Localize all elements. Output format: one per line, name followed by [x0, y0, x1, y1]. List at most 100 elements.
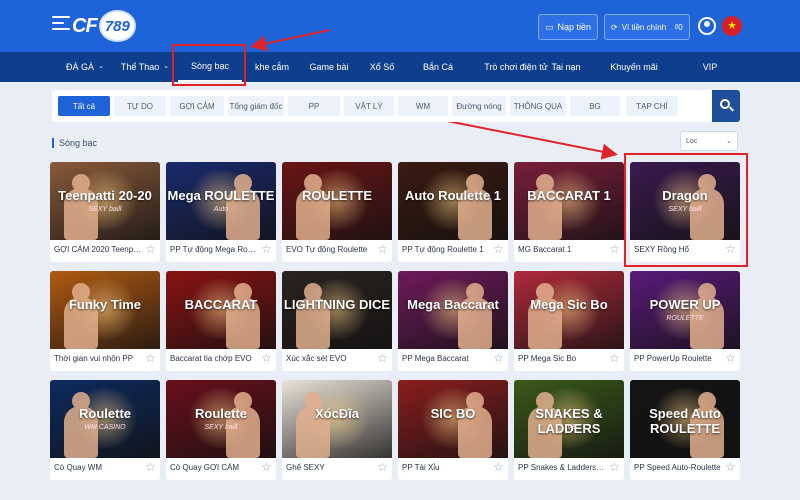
- game-card[interactable]: BACCARAT 1 MG Baccarat 1 ☆: [514, 162, 624, 262]
- game-card[interactable]: POWER UP ROULETTE PP PowerUp Roulette ☆: [630, 271, 740, 371]
- game-card[interactable]: Speed Auto ROULETTE PP Speed Auto-Roulett…: [630, 380, 740, 480]
- favorite-star-icon[interactable]: ☆: [609, 460, 620, 474]
- favorite-star-icon[interactable]: ☆: [725, 460, 736, 474]
- filter-chip[interactable]: TẠP CHÍ: [626, 96, 678, 116]
- game-name: PP Speed Auto-Roulette: [634, 463, 721, 472]
- game-thumbnail[interactable]: SNAKES & LADDERS LIVE: [514, 380, 624, 458]
- nav-item-label: Tai nạn: [551, 62, 581, 72]
- nav-item-10[interactable]: VIP: [692, 52, 728, 82]
- game-thumbnail[interactable]: POWER UP ROULETTE: [630, 271, 740, 349]
- game-thumbnail[interactable]: ROULETTE: [282, 162, 392, 240]
- game-card[interactable]: Mega Baccarat PP Mega Baccarat ☆: [398, 271, 508, 371]
- filter-chip[interactable]: Đường nóng: [452, 96, 506, 116]
- game-thumbnail[interactable]: Speed Auto ROULETTE: [630, 380, 740, 458]
- filter-chip[interactable]: THÔNG QUA: [510, 96, 566, 116]
- game-card[interactable]: SNAKES & LADDERS LIVE PP Snakes & Ladders …: [514, 380, 624, 480]
- game-name: EVO Tự động Roulette: [286, 245, 368, 254]
- nav-item-1[interactable]: Thể Thao ⌄: [120, 52, 170, 82]
- nav-item-4[interactable]: Game bài: [306, 52, 352, 82]
- vietnam-flag-icon[interactable]: ★: [722, 16, 742, 36]
- nav-item-7[interactable]: Trò chơi điện tử: [484, 52, 548, 82]
- game-thumbnail[interactable]: Teenpatti 20-20 SEXY baill: [50, 162, 160, 240]
- game-thumbnail[interactable]: Roulette WM CASINO: [50, 380, 160, 458]
- game-name: PP Tài Xỉu: [402, 463, 440, 472]
- game-thumbnail[interactable]: SIC BO: [398, 380, 508, 458]
- favorite-star-icon[interactable]: ☆: [493, 242, 504, 256]
- game-card[interactable]: Mega ROULETTE Auto PP Tự động Mega Roulett…: [166, 162, 276, 262]
- game-art-title: Mega Sic Bo: [530, 297, 608, 312]
- game-name: MG Baccarat 1: [518, 245, 572, 254]
- game-card[interactable]: Roulette SEXY baill Cò Quay GỢI CẢM ☆: [166, 380, 276, 480]
- favorite-star-icon[interactable]: ☆: [377, 242, 388, 256]
- favorite-star-icon[interactable]: ☆: [377, 351, 388, 365]
- favorite-star-icon[interactable]: ☆: [261, 242, 272, 256]
- game-thumbnail[interactable]: Roulette SEXY baill: [166, 380, 276, 458]
- game-card[interactable]: Mega Sic Bo PP Mega Sic Bo ☆: [514, 271, 624, 371]
- favorite-star-icon[interactable]: ☆: [609, 242, 620, 256]
- favorite-star-icon[interactable]: ☆: [261, 351, 272, 365]
- game-thumbnail[interactable]: LIGHTNING DICE: [282, 271, 392, 349]
- favorite-star-icon[interactable]: ☆: [145, 460, 156, 474]
- game-thumbnail[interactable]: Auto Roulette 1: [398, 162, 508, 240]
- wallet-card-icon: ▭: [544, 21, 554, 32]
- filter-chip[interactable]: Tất cả: [58, 96, 110, 116]
- chevron-down-icon: ⌄: [726, 138, 732, 145]
- favorite-star-icon[interactable]: ☆: [609, 351, 620, 365]
- user-icon[interactable]: [698, 17, 716, 35]
- filter-chip[interactable]: TỰ DO: [114, 96, 166, 116]
- nav-item-8[interactable]: Tai nạn: [546, 52, 586, 82]
- filter-chip[interactable]: PP: [288, 96, 340, 116]
- nav-item-3[interactable]: khe cắm: [252, 52, 292, 82]
- game-name: PP PowerUp Roulette: [634, 354, 712, 363]
- game-art-title: XócĐĩa: [314, 406, 360, 421]
- game-art-title: Funky Time: [68, 297, 141, 312]
- favorite-star-icon[interactable]: ☆: [261, 460, 272, 474]
- game-thumbnail[interactable]: Mega Baccarat: [398, 271, 508, 349]
- game-name: PP Mega Sic Bo: [518, 354, 577, 363]
- site-logo[interactable]: CF 789: [72, 8, 136, 44]
- game-card[interactable]: ROULETTE EVO Tự động Roulette ☆: [282, 162, 392, 262]
- game-thumbnail[interactable]: BACCARAT 1: [514, 162, 624, 240]
- nav-item-5[interactable]: Xổ Số: [362, 52, 402, 82]
- filter-chip[interactable]: VẬT LÝ: [344, 96, 394, 116]
- game-card[interactable]: LIGHTNING DICE Xúc xắc sét EVO ☆: [282, 271, 392, 371]
- game-card[interactable]: Teenpatti 20-20 SEXY baill GỢI CẢM 2020 Te…: [50, 162, 160, 262]
- game-name: PP Tự động Roulette 1: [402, 245, 484, 254]
- nav-item-0[interactable]: ĐÁ GÀ ⌄: [62, 52, 108, 82]
- filter-select[interactable]: Lọc ⌄: [680, 131, 738, 151]
- filter-select-value: Lọc: [686, 137, 698, 145]
- hamburger-menu-icon[interactable]: [52, 16, 70, 32]
- game-card[interactable]: XócĐĩa Ghế SEXY ☆: [282, 380, 392, 480]
- filter-chip[interactable]: GỢI CẢM: [170, 96, 224, 116]
- logo-text: CF: [72, 14, 98, 37]
- search-button[interactable]: [712, 90, 740, 122]
- nav-item-label: Xổ Số: [369, 62, 395, 72]
- favorite-star-icon[interactable]: ☆: [145, 242, 156, 256]
- main-wallet-button[interactable]: ⟳ Ví tiền chính ₫0: [604, 14, 690, 40]
- game-thumbnail[interactable]: Funky Time: [50, 271, 160, 349]
- game-card[interactable]: BACCARAT Baccarat tia chớp EVO ☆: [166, 271, 276, 371]
- game-card[interactable]: SIC BO PP Tài Xỉu ☆: [398, 380, 508, 480]
- favorite-star-icon[interactable]: ☆: [493, 351, 504, 365]
- game-thumbnail[interactable]: XócĐĩa: [282, 380, 392, 458]
- deposit-button[interactable]: ▭ Nạp tiền: [538, 14, 598, 40]
- nav-item-6[interactable]: Bắn Cá: [412, 52, 464, 82]
- game-card[interactable]: Funky Time Thời gian vui nhộn PP ☆: [50, 271, 160, 371]
- game-card[interactable]: Roulette WM CASINO Cò Quay WM ☆: [50, 380, 160, 480]
- game-card[interactable]: Auto Roulette 1 PP Tự động Roulette 1 ☆: [398, 162, 508, 262]
- game-thumbnail[interactable]: Mega ROULETTE Auto: [166, 162, 276, 240]
- chevron-down-icon: ⌄: [163, 63, 170, 70]
- favorite-star-icon[interactable]: ☆: [493, 460, 504, 474]
- filter-chip[interactable]: BG: [570, 96, 620, 116]
- game-thumbnail[interactable]: BACCARAT: [166, 271, 276, 349]
- game-art-subtitle: LIVE: [561, 424, 577, 431]
- favorite-star-icon[interactable]: ☆: [377, 460, 388, 474]
- favorite-star-icon[interactable]: ☆: [725, 351, 736, 365]
- filter-chip[interactable]: WM: [398, 96, 448, 116]
- nav-item-9[interactable]: Khuyến mãi: [604, 52, 664, 82]
- filter-chip[interactable]: Tổng giám đốc: [228, 96, 284, 116]
- game-thumbnail[interactable]: Mega Sic Bo: [514, 271, 624, 349]
- game-art-title: LIGHTNING DICE: [283, 297, 391, 312]
- game-art-subtitle: ROULETTE: [666, 315, 704, 322]
- favorite-star-icon[interactable]: ☆: [145, 351, 156, 365]
